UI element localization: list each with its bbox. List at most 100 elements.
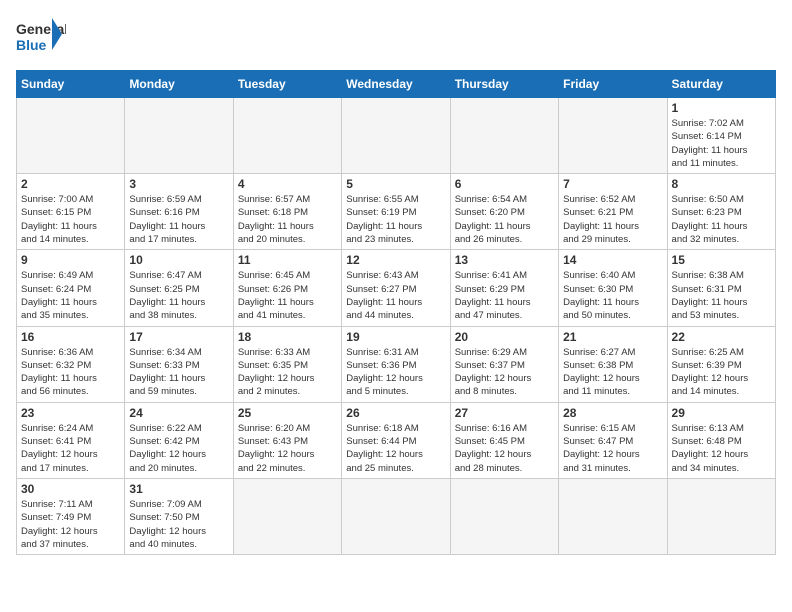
calendar-cell: 14 Sunrise: 6:40 AM Sunset: 6:30 PM Dayli… [559,250,667,326]
calendar-cell: 17 Sunrise: 6:34 AM Sunset: 6:33 PM Dayli… [125,326,233,402]
calendar-cell: 4Sunrise: 6:57 AM Sunset: 6:18 PM Daylig… [233,174,341,250]
day-info: Sunrise: 6:18 AM Sunset: 6:44 PM Dayligh… [346,422,445,475]
calendar-cell: 5Sunrise: 6:55 AM Sunset: 6:19 PM Daylig… [342,174,450,250]
calendar-cell [233,98,341,174]
day-info: Sunrise: 6:50 AM Sunset: 6:23 PM Dayligh… [672,193,771,246]
day-info: Sunrise: 6:52 AM Sunset: 6:21 PM Dayligh… [563,193,662,246]
page-header: GeneralBlue [16,16,776,60]
day-info: Sunrise: 6:43 AM Sunset: 6:27 PM Dayligh… [346,269,445,322]
day-number: 31 [129,482,228,496]
calendar-cell: 31 Sunrise: 7:09 AM Sunset: 7:50 PM Dayli… [125,478,233,554]
calendar-cell: 3 Sunrise: 6:59 AM Sunset: 6:16 PM Daylig… [125,174,233,250]
day-number: 2 [21,177,120,191]
calendar-cell: 7Sunrise: 6:52 AM Sunset: 6:21 PM Daylig… [559,174,667,250]
day-info: Sunrise: 6:45 AM Sunset: 6:26 PM Dayligh… [238,269,337,322]
calendar-week-3: 9 Sunrise: 6:49 AM Sunset: 6:24 PM Daylig… [17,250,776,326]
day-number: 10 [129,253,228,267]
calendar-cell: 25 Sunrise: 6:20 AM Sunset: 6:43 PM Dayli… [233,402,341,478]
day-number: 29 [672,406,771,420]
logo: GeneralBlue [16,16,66,60]
day-info: Sunrise: 6:54 AM Sunset: 6:20 PM Dayligh… [455,193,554,246]
day-info: Sunrise: 7:09 AM Sunset: 7:50 PM Dayligh… [129,498,228,551]
day-info: Sunrise: 6:40 AM Sunset: 6:30 PM Dayligh… [563,269,662,322]
day-number: 15 [672,253,771,267]
calendar-week-2: 2 Sunrise: 7:00 AM Sunset: 6:15 PM Daylig… [17,174,776,250]
calendar-header-row: SundayMondayTuesdayWednesdayThursdayFrid… [17,71,776,98]
calendar-week-6: 30Sunrise: 7:11 AM Sunset: 7:49 PM Dayli… [17,478,776,554]
day-info: Sunrise: 6:24 AM Sunset: 6:41 PM Dayligh… [21,422,120,475]
day-number: 25 [238,406,337,420]
day-info: Sunrise: 6:22 AM Sunset: 6:42 PM Dayligh… [129,422,228,475]
calendar-cell: 28Sunrise: 6:15 AM Sunset: 6:47 PM Dayli… [559,402,667,478]
weekday-header-friday: Friday [559,71,667,98]
calendar-cell: 2 Sunrise: 7:00 AM Sunset: 6:15 PM Daylig… [17,174,125,250]
day-info: Sunrise: 7:00 AM Sunset: 6:15 PM Dayligh… [21,193,120,246]
day-number: 12 [346,253,445,267]
calendar-cell: 23Sunrise: 6:24 AM Sunset: 6:41 PM Dayli… [17,402,125,478]
day-number: 3 [129,177,228,191]
logo-svg: GeneralBlue [16,16,66,60]
calendar-cell: 6 Sunrise: 6:54 AM Sunset: 6:20 PM Daylig… [450,174,558,250]
svg-text:Blue: Blue [16,37,47,53]
day-number: 6 [455,177,554,191]
calendar-cell: 11Sunrise: 6:45 AM Sunset: 6:26 PM Dayli… [233,250,341,326]
day-info: Sunrise: 6:59 AM Sunset: 6:16 PM Dayligh… [129,193,228,246]
calendar-cell: 9 Sunrise: 6:49 AM Sunset: 6:24 PM Daylig… [17,250,125,326]
weekday-header-tuesday: Tuesday [233,71,341,98]
calendar-week-1: 1Sunrise: 7:02 AM Sunset: 6:14 PM Daylig… [17,98,776,174]
day-number: 27 [455,406,554,420]
day-info: Sunrise: 6:31 AM Sunset: 6:36 PM Dayligh… [346,346,445,399]
day-number: 24 [129,406,228,420]
day-info: Sunrise: 6:20 AM Sunset: 6:43 PM Dayligh… [238,422,337,475]
day-number: 21 [563,330,662,344]
calendar-cell [17,98,125,174]
day-number: 13 [455,253,554,267]
weekday-header-monday: Monday [125,71,233,98]
day-number: 17 [129,330,228,344]
day-info: Sunrise: 6:16 AM Sunset: 6:45 PM Dayligh… [455,422,554,475]
calendar-cell [233,478,341,554]
day-number: 19 [346,330,445,344]
day-number: 16 [21,330,120,344]
calendar-cell [342,478,450,554]
calendar-cell: 1Sunrise: 7:02 AM Sunset: 6:14 PM Daylig… [667,98,775,174]
day-info: Sunrise: 7:02 AM Sunset: 6:14 PM Dayligh… [672,117,771,170]
day-number: 28 [563,406,662,420]
calendar-cell: 27 Sunrise: 6:16 AM Sunset: 6:45 PM Dayli… [450,402,558,478]
day-info: Sunrise: 6:33 AM Sunset: 6:35 PM Dayligh… [238,346,337,399]
calendar-cell: 13 Sunrise: 6:41 AM Sunset: 6:29 PM Dayli… [450,250,558,326]
weekday-header-wednesday: Wednesday [342,71,450,98]
calendar-week-5: 23Sunrise: 6:24 AM Sunset: 6:41 PM Dayli… [17,402,776,478]
calendar-cell: 10 Sunrise: 6:47 AM Sunset: 6:25 PM Dayli… [125,250,233,326]
day-info: Sunrise: 6:25 AM Sunset: 6:39 PM Dayligh… [672,346,771,399]
calendar-cell [667,478,775,554]
calendar-cell: 16 Sunrise: 6:36 AM Sunset: 6:32 PM Dayli… [17,326,125,402]
weekday-header-sunday: Sunday [17,71,125,98]
calendar-cell: 15Sunrise: 6:38 AM Sunset: 6:31 PM Dayli… [667,250,775,326]
day-info: Sunrise: 6:36 AM Sunset: 6:32 PM Dayligh… [21,346,120,399]
day-number: 4 [238,177,337,191]
day-number: 22 [672,330,771,344]
day-number: 9 [21,253,120,267]
day-number: 26 [346,406,445,420]
calendar-cell: 30Sunrise: 7:11 AM Sunset: 7:49 PM Dayli… [17,478,125,554]
calendar-cell: 29Sunrise: 6:13 AM Sunset: 6:48 PM Dayli… [667,402,775,478]
calendar-cell: 18 Sunrise: 6:33 AM Sunset: 6:35 PM Dayli… [233,326,341,402]
day-number: 14 [563,253,662,267]
calendar-cell: 20 Sunrise: 6:29 AM Sunset: 6:37 PM Dayli… [450,326,558,402]
calendar-cell: 24 Sunrise: 6:22 AM Sunset: 6:42 PM Dayli… [125,402,233,478]
calendar-cell [559,98,667,174]
day-info: Sunrise: 6:49 AM Sunset: 6:24 PM Dayligh… [21,269,120,322]
day-info: Sunrise: 6:41 AM Sunset: 6:29 PM Dayligh… [455,269,554,322]
day-number: 8 [672,177,771,191]
day-number: 18 [238,330,337,344]
day-info: Sunrise: 6:27 AM Sunset: 6:38 PM Dayligh… [563,346,662,399]
day-number: 5 [346,177,445,191]
day-info: Sunrise: 6:47 AM Sunset: 6:25 PM Dayligh… [129,269,228,322]
day-info: Sunrise: 7:11 AM Sunset: 7:49 PM Dayligh… [21,498,120,551]
day-number: 20 [455,330,554,344]
day-info: Sunrise: 6:34 AM Sunset: 6:33 PM Dayligh… [129,346,228,399]
calendar-week-4: 16 Sunrise: 6:36 AM Sunset: 6:32 PM Dayli… [17,326,776,402]
day-info: Sunrise: 6:29 AM Sunset: 6:37 PM Dayligh… [455,346,554,399]
calendar-cell [450,98,558,174]
